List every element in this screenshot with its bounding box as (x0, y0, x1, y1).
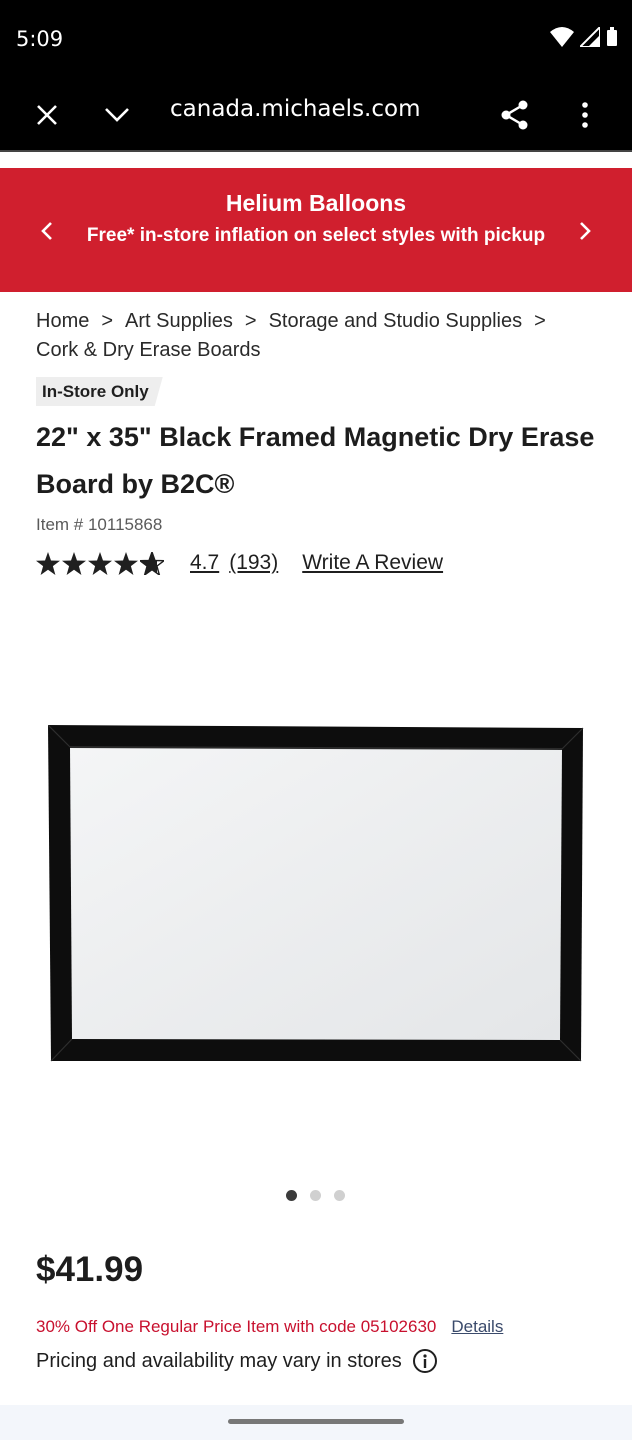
breadcrumb-separator: > (101, 310, 114, 332)
browser-toolbar: canada.michaels.com (0, 80, 632, 152)
star-icon (36, 551, 60, 575)
promo-banner[interactable]: Helium Balloons Free* in-store inflation… (0, 168, 632, 292)
status-icons (550, 26, 618, 48)
status-time: 5:09 (16, 27, 64, 51)
banner-prev-button[interactable] (32, 216, 62, 246)
breadcrumb-home[interactable]: Home (36, 310, 89, 332)
breadcrumb-separator: > (244, 310, 257, 332)
promo-details-link[interactable]: Details (451, 1317, 503, 1337)
share-button[interactable] (493, 93, 537, 137)
star-half-icon (140, 551, 164, 575)
breadcrumb-storage[interactable]: Storage and Studio Supplies (269, 310, 523, 332)
promo-text: 30% Off One Regular Price Item with code… (36, 1317, 437, 1336)
share-icon (501, 100, 528, 130)
breadcrumb-art-supplies[interactable]: Art Supplies (125, 310, 233, 332)
breadcrumb-separator: > (534, 310, 546, 332)
more-vert-icon (582, 102, 588, 128)
rating-row: 4.7 (193) Write A Review (36, 547, 443, 579)
chevron-left-icon (41, 222, 52, 240)
gesture-home-bar[interactable] (228, 1419, 404, 1424)
rating-value-link[interactable]: 4.7 (190, 551, 219, 575)
battery-icon (607, 27, 617, 46)
availability-text: Pricing and availability may vary in sto… (36, 1349, 402, 1372)
availability-note: Pricing and availability may vary in sto… (36, 1348, 438, 1374)
star-icon (62, 551, 86, 575)
promo-line: 30% Off One Regular Price Item with code… (36, 1317, 503, 1337)
banner-next-button[interactable] (570, 216, 600, 246)
carousel-dot-1[interactable] (286, 1190, 297, 1201)
close-icon (37, 105, 57, 125)
info-icon[interactable] (412, 1348, 438, 1374)
product-price: $41.99 (36, 1250, 144, 1289)
product-title: 22" x 35" Black Framed Magnetic Dry Eras… (36, 422, 595, 499)
write-review-link[interactable]: Write A Review (302, 551, 443, 575)
rating-stars (36, 551, 164, 575)
close-tab-button[interactable] (25, 93, 69, 137)
banner-title: Helium Balloons (225, 190, 407, 216)
signal-icon (580, 27, 600, 47)
review-count-link[interactable]: (193) (229, 551, 278, 575)
star-icon (114, 551, 138, 575)
breadcrumb-cork-boards[interactable]: Cork & Dry Erase Boards (36, 339, 261, 361)
breadcrumb: Home > Art Supplies > Storage and Studio Sup… (36, 307, 606, 365)
star-icon (88, 551, 112, 575)
status-bar: 5:09 (0, 0, 632, 80)
dry-erase-board-illustration (47, 724, 584, 1062)
item-number: Item # 10115868 (36, 515, 163, 534)
chevron-down-icon (105, 108, 129, 122)
product-image[interactable] (47, 724, 584, 1063)
more-options-button[interactable] (563, 93, 607, 137)
carousel-dot-3[interactable] (334, 1190, 345, 1201)
minimize-button[interactable] (95, 93, 139, 137)
carousel-dots (286, 1190, 345, 1201)
url-text[interactable]: canada.michaels.com (170, 96, 420, 122)
wifi-icon (550, 27, 574, 47)
in-store-badge: In-Store Only (36, 377, 163, 406)
banner-subtitle: Free* in-store inflation on select style… (86, 225, 546, 246)
chevron-right-icon (580, 222, 591, 240)
carousel-dot-2[interactable] (310, 1190, 321, 1201)
